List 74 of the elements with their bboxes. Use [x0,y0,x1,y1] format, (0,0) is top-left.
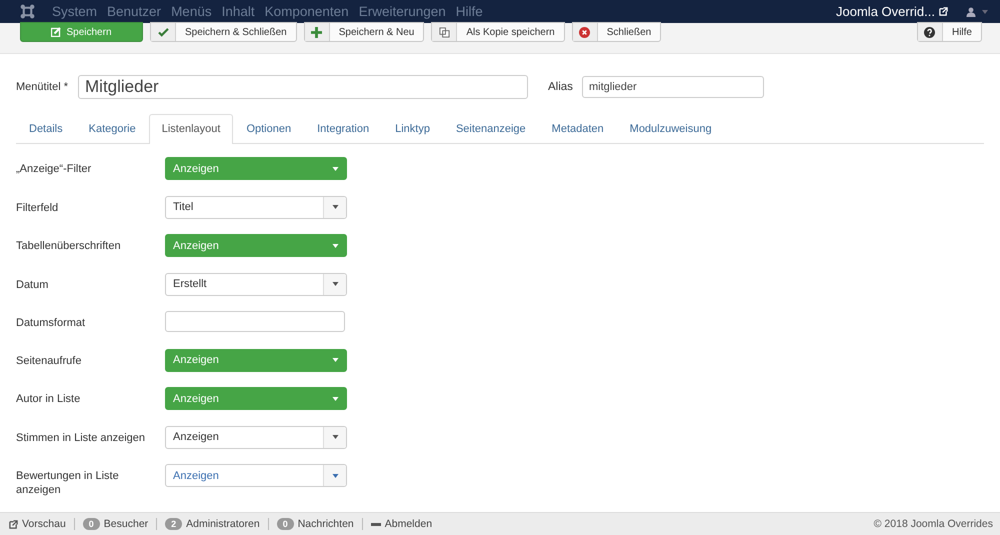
save-button[interactable]: Speichern [20,22,143,42]
field-label: Tabellenüberschriften [16,239,122,253]
site-link[interactable]: Joomla Overrid... [836,4,935,19]
edit-icon [51,27,62,37]
nav-menu-item[interactable]: Hilfe [456,4,483,19]
caret-icon [332,435,338,439]
preview-link[interactable]: Vorschau [22,518,66,530]
dropdown[interactable]: Anzeigen [165,157,347,180]
field-label: Datumsformat [16,316,86,330]
check-icon [158,28,168,36]
field-label: Menütitel * [16,81,69,93]
status-label[interactable]: Nachrichten [298,518,354,530]
field-label: Alias [548,81,574,93]
input-field[interactable] [165,311,345,332]
nav-menu-item[interactable]: Erweiterungen [358,4,446,19]
tab[interactable]: Metadaten [538,114,617,143]
alias-input[interactable]: mitglieder [582,76,764,98]
dropdown[interactable]: Titel [165,196,347,218]
tab[interactable]: Optionen [233,114,304,143]
field-label: „Anzeige“-Filter [16,162,92,176]
user-icon[interactable] [966,6,976,16]
nav-menu-item[interactable]: Komponenten [264,4,349,19]
status-label[interactable]: Administratoren [186,518,260,530]
nav-menu-item[interactable]: Menüs [171,4,212,19]
field-label: Datum [16,278,50,292]
field-label: Bewertungen in Liste anzeigen [16,469,120,497]
dropdown[interactable]: Anzeigen [165,234,347,257]
field-label: Stimmen in Liste anzeigen [16,430,146,444]
status-label[interactable]: Besucher [104,518,148,530]
count-badge: 0 [276,518,294,530]
tab[interactable]: Kategorie [76,114,149,143]
caret-icon [332,358,338,362]
tab[interactable]: Seitenanzeige [442,114,539,143]
tab[interactable]: Details [16,114,76,143]
dropdown[interactable]: Anzeigen [165,348,347,372]
external-link-icon [939,7,948,16]
tab[interactable]: Integration [304,114,382,143]
logout-link[interactable]: Abmelden [384,518,432,530]
field-label: Filterfeld [16,200,60,214]
count-badge: 0 [82,518,100,530]
help-button[interactable]: Hilfe [916,22,982,42]
field-label: Seitenaufrufe [16,354,82,368]
toolbar-button[interactable]: Schließen [572,22,662,42]
caret-icon [332,474,338,478]
logo-icon[interactable] [20,4,35,19]
close-icon [579,26,590,38]
dropdown[interactable]: Anzeigen [165,387,347,410]
tab[interactable]: Listenlayout [148,114,234,144]
tab[interactable]: Modulzuweisung [616,114,725,143]
caret-icon [332,282,338,286]
dropdown[interactable]: Anzeigen [165,426,347,448]
field-label: Autor in Liste [16,392,82,406]
caret-icon[interactable] [982,10,988,14]
title-input[interactable]: Mitglieder [78,75,528,99]
external-link-icon [9,520,18,528]
copyright-text: © 2018 Joomla Overrides [874,518,993,530]
toolbar-button[interactable]: Speichern & Neu [304,22,424,42]
dropdown[interactable]: Erstellt [165,272,347,296]
tab[interactable]: Linktyp [382,114,443,143]
help-icon [924,26,936,38]
caret-icon [332,166,338,170]
nav-menu-item[interactable]: System [52,4,98,19]
caret-icon [332,205,338,209]
toolbar-button[interactable]: Speichern & Schließen [150,22,297,42]
dropdown[interactable]: Anzeigen [165,464,347,487]
plus-icon [311,26,322,38]
count-badge: 2 [165,518,182,530]
nav-menu-item[interactable]: Inhalt [222,4,255,19]
toolbar-button[interactable]: Als Kopie speichern [431,22,565,42]
minus-icon [370,522,381,526]
caret-icon [332,244,338,248]
nav-menu-item[interactable]: Benutzer [107,4,162,19]
copy-icon [438,26,450,38]
caret-icon [332,396,338,400]
